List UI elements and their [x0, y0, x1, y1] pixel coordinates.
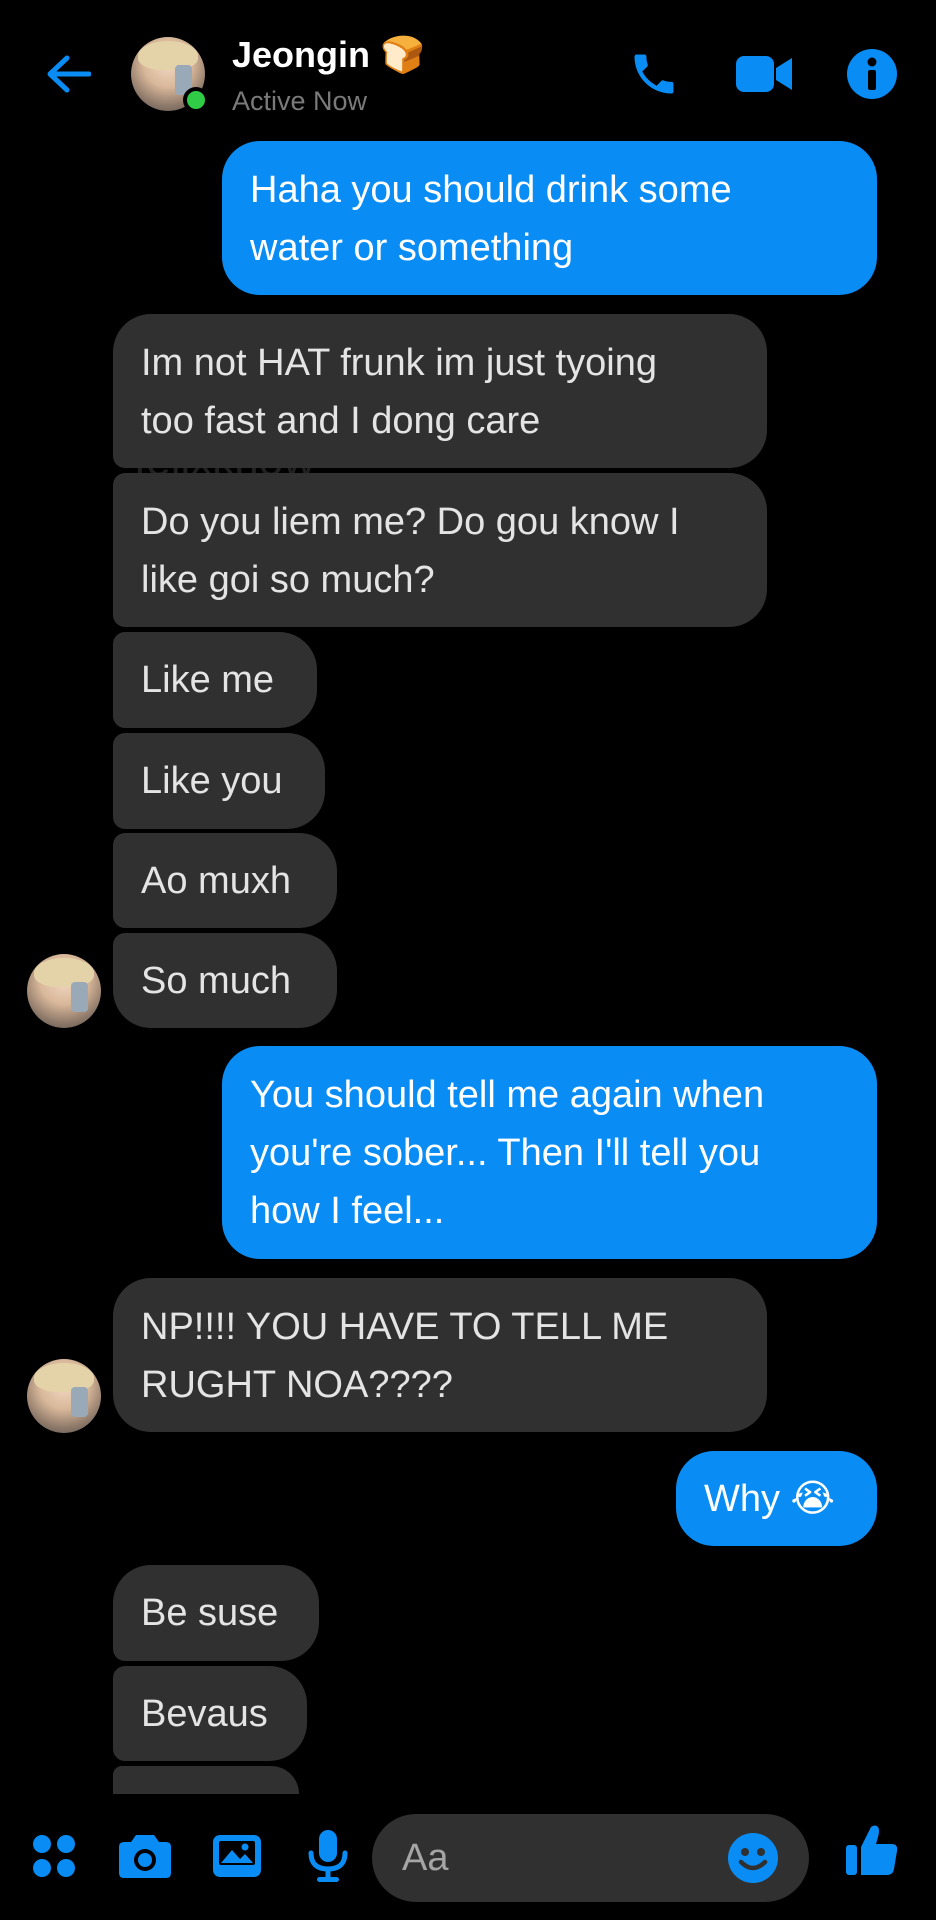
message-line: RUGHT NOA???? — [141, 1364, 453, 1406]
message-line: Like you — [141, 760, 283, 802]
message-line: Im not HAT frunk im just tyoing — [141, 342, 657, 384]
message-bubble-incoming[interactable]: Im not HAT frunk im just tyoing too fast… — [113, 314, 767, 468]
message-line: Bevaus — [141, 1693, 268, 1735]
message-bubble-incoming[interactable]: Bevaus — [113, 1666, 307, 1761]
gallery-icon — [213, 1835, 261, 1877]
message-input[interactable]: Aa — [372, 1814, 809, 1902]
message-bubble-incoming[interactable]: Ao muxh — [113, 833, 337, 928]
thumbs-up-icon — [846, 1825, 898, 1875]
message-line: like goi so much? — [141, 559, 435, 601]
message-bubble-incoming[interactable]: NP!!!! YOU HAVE TO TELL ME RUGHT NOA???? — [113, 1278, 767, 1432]
contact-avatar-small[interactable] — [27, 1359, 101, 1433]
voice-message-button[interactable] — [298, 1826, 358, 1886]
camera-button[interactable] — [115, 1826, 175, 1886]
message-line: Ao muxh — [141, 860, 291, 902]
apps-grid-icon — [33, 1835, 75, 1877]
message-input-placeholder: Aa — [402, 1836, 449, 1879]
message-line: NP!!!! YOU HAVE TO TELL ME — [141, 1306, 669, 1348]
message-bubble-outgoing[interactable]: You should tell me again when you're sob… — [222, 1046, 877, 1259]
gallery-button[interactable] — [207, 1826, 267, 1886]
message-bubble-incoming[interactable]: Do you liem me? Do gou know I like goi s… — [113, 473, 767, 627]
message-line: too fast and I dong care — [141, 400, 541, 442]
video-call-button[interactable] — [732, 42, 796, 106]
message-line: Haha you should drink some — [250, 169, 732, 211]
message-line: You should tell me again when — [250, 1074, 765, 1116]
back-button[interactable] — [40, 46, 96, 102]
info-icon — [847, 49, 897, 99]
message-bubble-incoming[interactable]: Like me — [113, 632, 317, 728]
message-line: Like me — [141, 659, 275, 701]
back-arrow-icon — [47, 55, 91, 93]
chat-header: Jeongin 🍞 Active Now — [0, 0, 936, 140]
phone-icon — [634, 54, 674, 94]
emoji-button[interactable] — [723, 1828, 783, 1888]
voice-call-button[interactable] — [622, 42, 686, 106]
apps-button[interactable] — [24, 1826, 84, 1886]
message-bubble-incoming[interactable]: So much — [113, 933, 337, 1028]
message-line: water or something — [250, 227, 574, 269]
camera-icon — [119, 1835, 171, 1878]
like-button[interactable] — [842, 1820, 902, 1880]
video-camera-icon — [736, 56, 792, 92]
message-line: you're sober... Then I'll tell you — [250, 1132, 761, 1174]
emoji-icon — [728, 1833, 778, 1883]
message-bubble-outgoing[interactable]: Haha you should drink some water or some… — [222, 141, 877, 295]
contact-avatar[interactable] — [131, 37, 209, 113]
microphone-icon — [308, 1830, 348, 1882]
message-bubble-outgoing[interactable]: Why 😭 — [676, 1451, 877, 1546]
message-line: how I feel... — [250, 1190, 445, 1232]
message-composer: Aa — [0, 1790, 936, 1920]
info-button[interactable] — [840, 42, 904, 106]
message-bubble-incoming[interactable]: Like you — [113, 733, 325, 829]
contact-avatar-small[interactable] — [27, 954, 101, 1028]
active-status: Active Now — [232, 86, 368, 116]
message-line: So much — [141, 960, 291, 1002]
message-line: Do you liem me? Do gou know I — [141, 501, 680, 543]
online-indicator — [183, 87, 209, 113]
message-line: Be suse — [141, 1592, 279, 1634]
chat-screen: Jeongin 🍞 Active Now felixknow Haha you … — [0, 0, 936, 1920]
contact-name[interactable]: Jeongin 🍞 — [232, 34, 425, 76]
message-line: Why 😭 — [704, 1478, 835, 1520]
message-bubble-incoming[interactable]: Be suse — [113, 1565, 319, 1661]
